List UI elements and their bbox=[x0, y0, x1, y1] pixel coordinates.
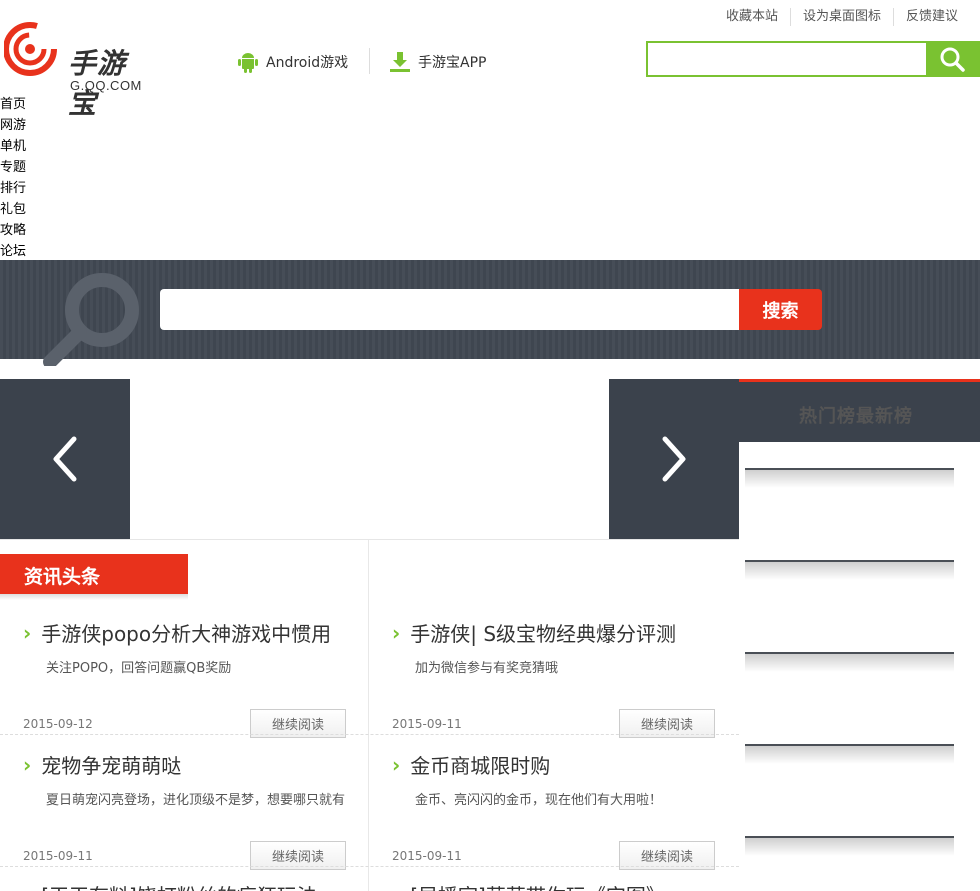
search-band: 搜索 bbox=[0, 260, 980, 366]
feedback-link[interactable]: 反馈建议 bbox=[892, 8, 970, 26]
desktop-icon-link[interactable]: 设为桌面图标 bbox=[789, 8, 893, 26]
news-tag: 资讯头条 bbox=[0, 554, 188, 594]
side-menu: 首页 网游 单机 专题 排行 礼包 攻略 论坛 bbox=[0, 94, 60, 262]
download-icon bbox=[390, 52, 410, 72]
column-divider bbox=[368, 540, 369, 891]
news-title: [干干有料]饶打粉丝的疯狂玩法 bbox=[41, 880, 317, 891]
chevron-right-icon: › bbox=[23, 883, 31, 891]
menu-item-online[interactable]: 网游 bbox=[0, 115, 60, 136]
ranking-title[interactable]: 热门榜最新榜 bbox=[799, 402, 913, 428]
logo-icon bbox=[3, 22, 57, 76]
ranking-row[interactable] bbox=[745, 468, 954, 488]
chevron-right-icon: › bbox=[23, 620, 32, 645]
search-icon bbox=[940, 47, 965, 72]
news-title-link[interactable]: › [早播室]草草带你玩《宫图》 bbox=[392, 880, 737, 891]
android-games-link[interactable]: Android游戏 bbox=[238, 50, 348, 74]
news-item: › 手游侠popo分析大神游戏中惯用 关注POPO，回答问题赢QB奖励 bbox=[23, 618, 368, 677]
news-item: › [干干有料]饶打粉丝的疯狂玩法 bbox=[23, 880, 368, 891]
news-item: › [早播室]草草带你玩《宫图》 bbox=[392, 880, 737, 891]
news-title-link[interactable]: › 金币商城限时购 bbox=[392, 750, 737, 779]
news-section: 资讯头条 › 手游侠popo分析大神游戏中惯用 关注POPO，回答问题赢QB奖励 … bbox=[0, 539, 739, 891]
news-tag-shadow bbox=[0, 594, 188, 600]
top-links: 收藏本站 设为桌面图标 反馈建议 bbox=[714, 8, 970, 26]
menu-item-ranking[interactable]: 排行 bbox=[0, 178, 60, 199]
menu-item-forum[interactable]: 论坛 bbox=[0, 241, 60, 262]
ranking-row[interactable] bbox=[745, 744, 954, 764]
news-date: 2015-09-11 bbox=[23, 849, 93, 863]
ranking-row[interactable] bbox=[745, 652, 954, 672]
slider-next-button[interactable] bbox=[609, 379, 739, 539]
nav-divider bbox=[369, 48, 370, 74]
slider-prev-button[interactable] bbox=[0, 379, 130, 539]
row-divider bbox=[0, 866, 739, 867]
app-download-label: 手游宝APP bbox=[418, 55, 487, 71]
ranking-row[interactable] bbox=[745, 836, 954, 856]
news-item: › 手游侠| S级宝物经典爆分评测 加为微信参与有奖竞猜哦 bbox=[392, 618, 737, 677]
menu-item-guides[interactable]: 攻略 bbox=[0, 220, 60, 241]
main-search-input[interactable] bbox=[160, 289, 740, 330]
main-search-button[interactable]: 搜索 bbox=[739, 289, 822, 330]
news-title: 金币商城限时购 bbox=[410, 754, 551, 778]
app-download-link[interactable]: 手游宝APP bbox=[390, 50, 486, 74]
android-icon bbox=[238, 53, 258, 73]
news-title: [早播室]草草带你玩《宫图》 bbox=[410, 880, 666, 891]
top-search-input[interactable] bbox=[648, 43, 930, 75]
news-title: 手游侠popo分析大神游戏中惯用 bbox=[41, 622, 332, 646]
ranking-panel: 热门榜最新榜 bbox=[739, 379, 980, 891]
news-item: › 金币商城限时购 金币、亮闪闪的金币，现在他们有大用啦！ bbox=[392, 750, 737, 809]
news-title: 手游侠| S级宝物经典爆分评测 bbox=[410, 622, 677, 646]
top-search-box bbox=[646, 41, 980, 77]
news-item: › 宠物争宠萌萌哒 夏日萌宠闪亮登场，进化顶级不是梦，想要哪只就有 bbox=[23, 750, 368, 809]
news-date: 2015-09-11 bbox=[392, 717, 462, 731]
chevron-right-icon bbox=[662, 436, 686, 482]
news-date: 2015-09-12 bbox=[23, 717, 93, 731]
ranking-header: 热门榜最新榜 bbox=[739, 379, 980, 442]
logo[interactable]: 手游宝 G.QQ.COM bbox=[3, 20, 154, 120]
chevron-right-icon: › bbox=[392, 752, 401, 777]
banner-slider bbox=[0, 379, 739, 539]
ranking-row[interactable] bbox=[745, 560, 954, 580]
site-header: 手游宝 G.QQ.COM Android游戏 手游宝APP 收藏本站 设为桌面图… bbox=[0, 0, 980, 120]
bookmark-link[interactable]: 收藏本站 bbox=[714, 8, 790, 26]
news-desc: 金币、亮闪闪的金币，现在他们有大用啦！ bbox=[415, 793, 663, 808]
chevron-right-icon: › bbox=[392, 620, 401, 645]
chevron-left-icon bbox=[53, 436, 77, 482]
magnifier-decor-icon bbox=[43, 273, 139, 366]
menu-item-single[interactable]: 单机 bbox=[0, 136, 60, 157]
news-date: 2015-09-11 bbox=[392, 849, 462, 863]
menu-item-home[interactable]: 首页 bbox=[0, 94, 60, 115]
news-title-link[interactable]: › 手游侠| S级宝物经典爆分评测 bbox=[392, 618, 737, 647]
news-title-link[interactable]: › 宠物争宠萌萌哒 bbox=[23, 750, 368, 779]
menu-item-gifts[interactable]: 礼包 bbox=[0, 199, 60, 220]
menu-item-topics[interactable]: 专题 bbox=[0, 157, 60, 178]
news-desc: 关注POPO，回答问题赢QB奖励 bbox=[46, 661, 232, 676]
news-desc: 加为微信参与有奖竞猜哦 bbox=[415, 661, 559, 676]
top-search-button[interactable] bbox=[926, 41, 978, 77]
news-title-link[interactable]: › [干干有料]饶打粉丝的疯狂玩法 bbox=[23, 880, 368, 891]
logo-domain: G.QQ.COM bbox=[70, 78, 142, 93]
chevron-right-icon: › bbox=[392, 883, 400, 891]
chevron-right-icon: › bbox=[23, 752, 32, 777]
row-divider bbox=[0, 734, 739, 735]
news-desc: 夏日萌宠闪亮登场，进化顶级不是梦，想要哪只就有 bbox=[46, 793, 346, 808]
news-title-link[interactable]: › 手游侠popo分析大神游戏中惯用 bbox=[23, 618, 368, 647]
android-games-label: Android游戏 bbox=[266, 55, 349, 71]
news-title: 宠物争宠萌萌哒 bbox=[41, 754, 182, 778]
